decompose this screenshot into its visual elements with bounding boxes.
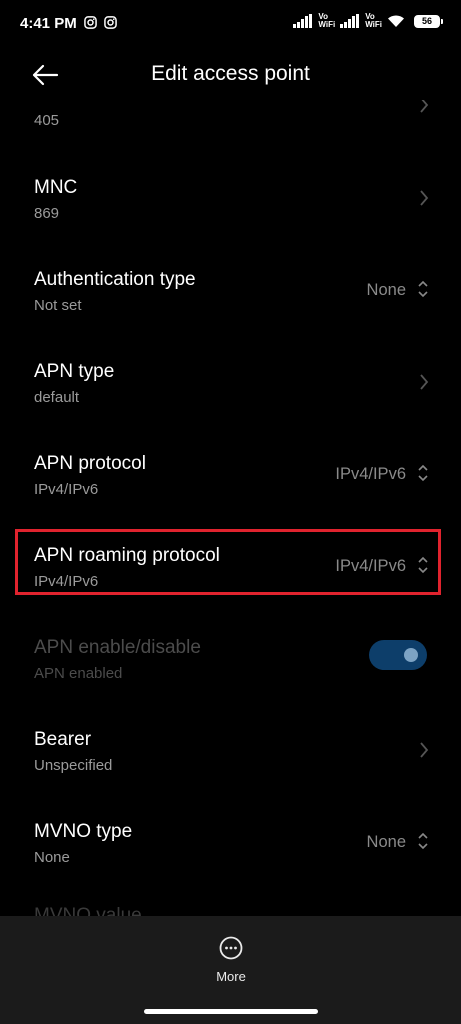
chevron-right-icon <box>420 100 429 113</box>
up-down-icon <box>418 280 428 298</box>
up-down-icon <box>418 464 428 482</box>
vowifi-label: Vo WiFi <box>365 12 382 29</box>
setting-value: IPv4/IPv6 <box>34 481 99 498</box>
chevron-right-icon <box>420 742 429 758</box>
setting-value: Not set <box>34 297 82 314</box>
up-down-icon <box>418 832 428 850</box>
wifi-icon <box>388 15 404 27</box>
home-indicator[interactable] <box>144 1009 318 1014</box>
setting-value: 405 <box>34 112 60 129</box>
chevron-right-icon <box>420 374 429 390</box>
dropdown-value: None <box>366 281 406 299</box>
battery-icon: 56 <box>414 14 440 28</box>
setting-apn-protocol[interactable]: APN protocol IPv4/IPv6 IPv4/IPv6 <box>0 442 461 534</box>
bottom-action-bar: More <box>0 916 461 1024</box>
setting-title: MNC <box>34 177 78 198</box>
setting-apn-enable: APN enable/disable APN enabled <box>0 626 461 718</box>
setting-value: 869 <box>34 205 60 222</box>
setting-value: default <box>34 389 80 406</box>
chevron-right-icon <box>420 190 429 206</box>
setting-title: APN type <box>34 361 115 382</box>
app-header: Edit access point <box>0 50 461 100</box>
setting-value: None <box>34 849 70 866</box>
toggle-knob <box>404 648 418 662</box>
setting-bearer[interactable]: Bearer Unspecified <box>0 718 461 810</box>
setting-authentication-type[interactable]: Authentication type Not set None <box>0 258 461 350</box>
setting-mvno-type[interactable]: MVNO type None None <box>0 810 461 902</box>
apn-enable-toggle[interactable] <box>369 640 427 670</box>
instagram-icon <box>84 16 97 29</box>
dropdown-value: None <box>366 833 406 851</box>
setting-title: MVNO type <box>34 821 133 842</box>
more-button[interactable]: More <box>200 936 262 992</box>
vowifi-label: Vo WiFi <box>318 12 336 29</box>
setting-mnc[interactable]: MNC 869 <box>0 166 461 258</box>
signal-icon <box>293 14 313 28</box>
dropdown-value: IPv4/IPv6 <box>335 465 406 483</box>
more-label: More <box>216 969 246 984</box>
highlight-box <box>15 529 441 595</box>
status-bar: 4:41 PM Vo WiFi Vo WiFi 56 <box>0 0 461 48</box>
instagram-icon <box>104 16 117 29</box>
setting-mcc[interactable]: 405 <box>0 100 461 172</box>
signal-icon <box>340 14 360 28</box>
setting-title: Bearer <box>34 729 92 750</box>
page-title: Edit access point <box>151 62 310 85</box>
more-icon <box>219 936 243 960</box>
setting-title: Authentication type <box>34 269 196 290</box>
setting-title: APN protocol <box>34 453 146 474</box>
status-time: 4:41 PM <box>20 15 77 32</box>
setting-value: APN enabled <box>34 665 123 682</box>
status-icons: Vo WiFi Vo WiFi 56 <box>293 13 443 29</box>
settings-list: 405 MNC 869 Authentication type Not set … <box>0 100 461 920</box>
setting-apn-type[interactable]: APN type default <box>0 350 461 442</box>
setting-title: APN enable/disable <box>34 637 201 658</box>
setting-value: Unspecified <box>34 757 113 774</box>
